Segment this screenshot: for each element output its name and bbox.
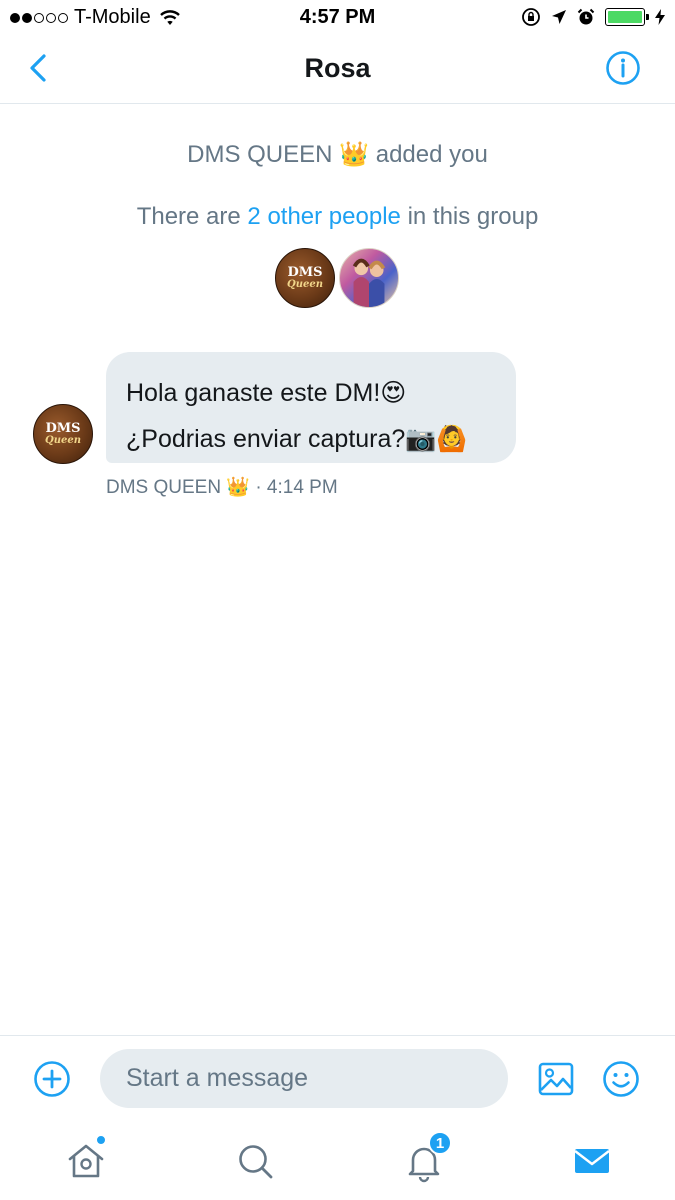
- group-notice: There are 2 other people in this group: [0, 203, 675, 231]
- emoji-icon: [603, 1061, 639, 1097]
- message-time: · 4:14 PM: [255, 477, 338, 498]
- sender-crown-emoji: 👑: [226, 477, 251, 498]
- add-attachment-button[interactable]: [33, 1060, 71, 1098]
- added-notice: DMS QUEEN 👑 added you: [0, 140, 675, 169]
- tab-notifications[interactable]: 1: [402, 1131, 452, 1183]
- message-bubble[interactable]: Hola ganaste este DM!😍 ¿Podrias enviar c…: [106, 352, 516, 463]
- tab-bar: 1: [0, 1121, 675, 1200]
- sender-avatar[interactable]: DMS Queen: [33, 404, 93, 464]
- message-composer: [0, 1035, 675, 1121]
- added-notice-actor: DMS QUEEN: [187, 141, 333, 168]
- status-right: [521, 7, 665, 27]
- group-member-photo: [352, 258, 386, 307]
- message-text-line-2: ¿Podrias enviar captura?📷🙆: [126, 425, 468, 453]
- conversation-header: Rosa: [0, 36, 675, 104]
- tab-search[interactable]: [233, 1139, 277, 1183]
- tab-home[interactable]: [64, 1135, 108, 1183]
- participant-avatar-member[interactable]: [339, 248, 399, 308]
- photo-icon: [538, 1062, 574, 1096]
- dms-logo-text: DMS: [287, 264, 323, 280]
- add-icon: [34, 1061, 70, 1097]
- battery-icon: [605, 8, 649, 26]
- added-notice-text: added you: [375, 141, 488, 168]
- conversation-title: Rosa: [304, 53, 371, 83]
- home-icon: [68, 1144, 104, 1178]
- location-icon: [552, 10, 566, 24]
- rotation-lock-icon: [522, 8, 540, 26]
- group-notice-suffix: in this group: [407, 203, 539, 230]
- group-participants: DMS Queen: [275, 248, 399, 308]
- charging-icon: [655, 9, 665, 25]
- participant-avatar-dms-queen[interactable]: DMS Queen: [275, 248, 335, 308]
- message-meta: DMS QUEEN 👑 · 4:14 PM: [106, 475, 338, 499]
- emoji-button[interactable]: [602, 1060, 640, 1098]
- group-notice-prefix: There are: [136, 203, 241, 230]
- message-text-line-1: Hola ganaste este DM!😍: [126, 379, 407, 407]
- dms-queen-logo: DMS Queen: [287, 266, 323, 290]
- alarm-icon: [577, 8, 595, 25]
- dms-logo-text: DMS: [45, 420, 81, 436]
- message-sender: DMS QUEEN: [106, 477, 222, 498]
- search-icon: [239, 1145, 273, 1179]
- dms-queen-logo: DMS Queen: [45, 422, 81, 446]
- group-members-link[interactable]: 2 other people: [247, 203, 400, 230]
- queen-logo-script: Queen: [45, 434, 81, 446]
- info-button[interactable]: [605, 50, 641, 86]
- mail-icon: [574, 1149, 610, 1173]
- add-photo-button[interactable]: [537, 1060, 575, 1098]
- home-new-content-indicator: [96, 1135, 106, 1145]
- info-icon: [606, 51, 640, 85]
- tab-messages[interactable]: [570, 1139, 614, 1183]
- queen-logo-script: Queen: [287, 278, 323, 290]
- status-bar: T-Mobile 4:57 PM: [0, 0, 675, 36]
- crown-emoji: 👑: [339, 141, 370, 168]
- notifications-badge: 1: [428, 1131, 452, 1155]
- message-input[interactable]: [100, 1049, 508, 1108]
